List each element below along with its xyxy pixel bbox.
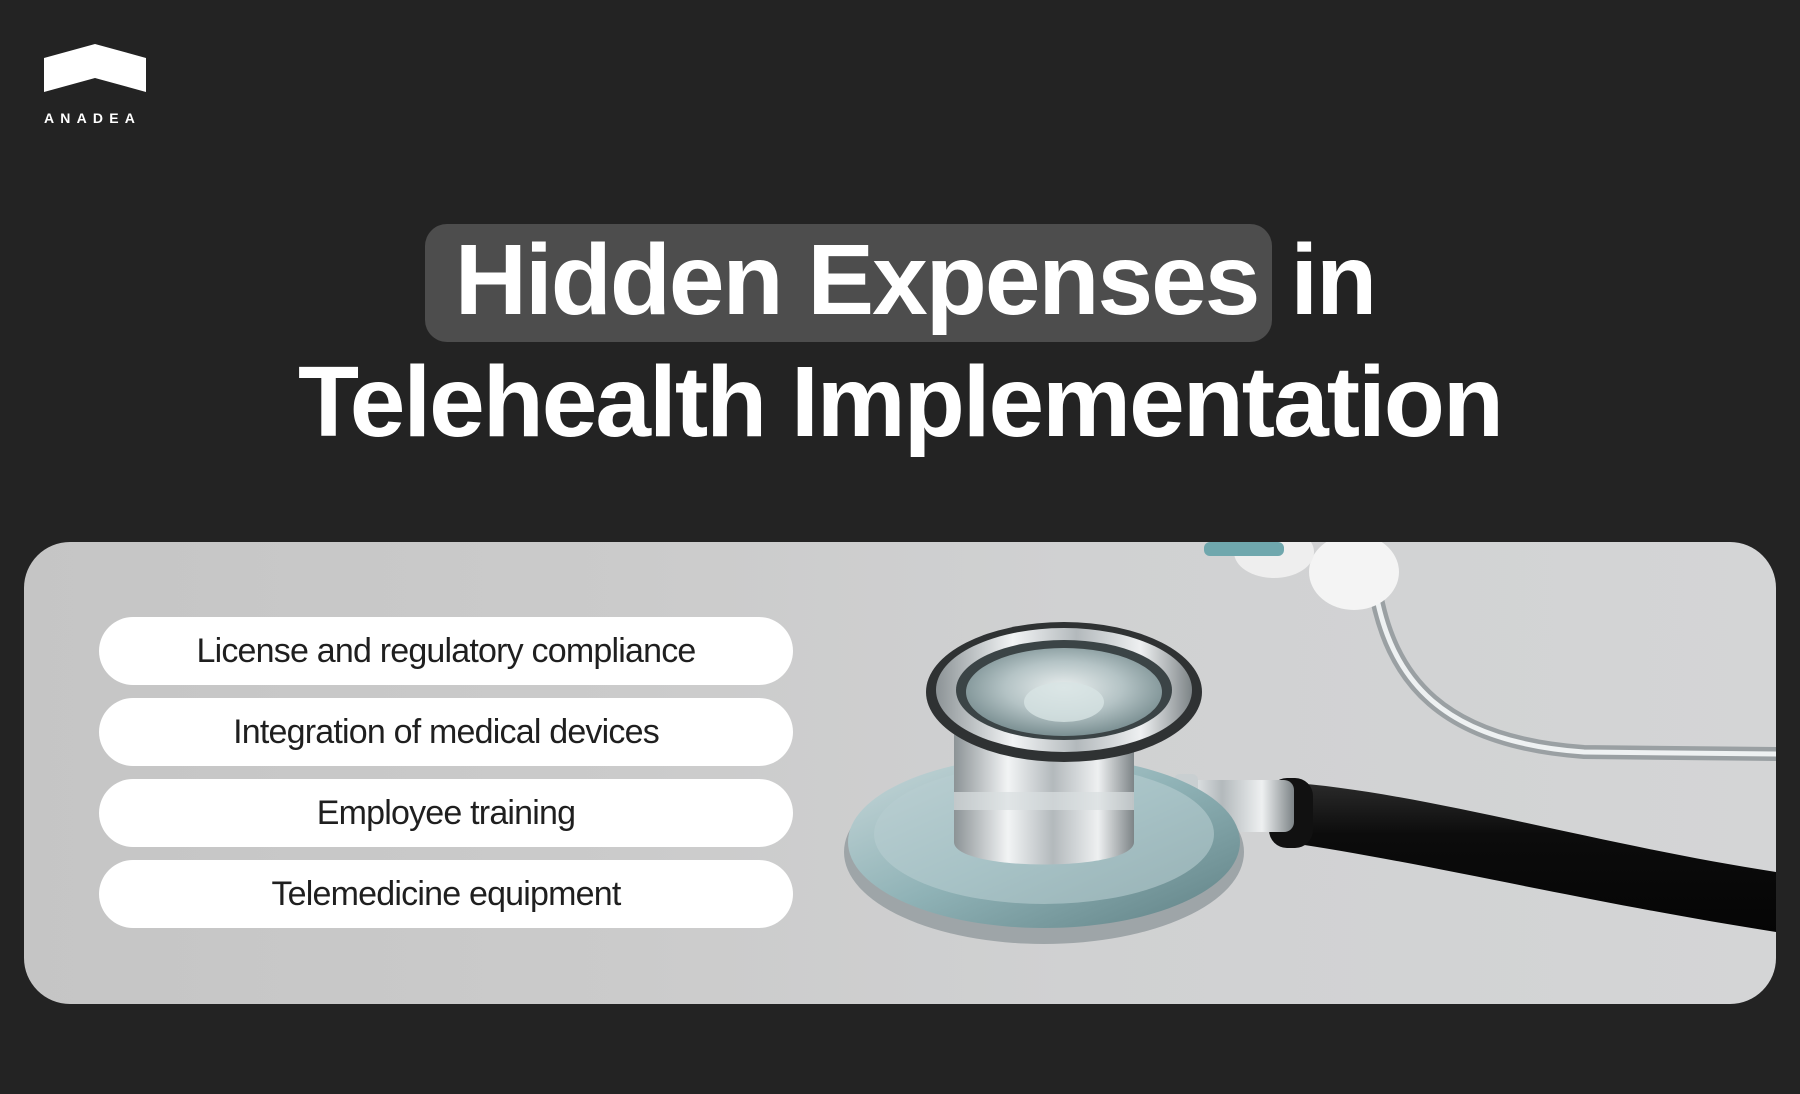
house-roof-icon xyxy=(44,44,146,92)
expense-pill: License and regulatory compliance xyxy=(99,617,793,685)
expenses-list: License and regulatory compliance Integr… xyxy=(99,617,793,941)
expense-pill: Employee training xyxy=(99,779,793,847)
title-line-2: Telehealth Implementation xyxy=(298,346,1504,458)
expense-pill: Telemedicine equipment xyxy=(99,860,793,928)
title-line-1: Hidden Expenses in xyxy=(0,222,1800,344)
page-title: Hidden Expenses in Telehealth Implementa… xyxy=(0,222,1800,462)
expenses-card: License and regulatory compliance Integr… xyxy=(24,542,1776,1004)
brand-name: ANADEA xyxy=(44,110,142,126)
title-connector: in xyxy=(1290,224,1377,336)
anadea-logo: ANADEA xyxy=(44,44,154,134)
infographic-page: ANADEA Hidden Expenses in Telehealth Imp… xyxy=(0,0,1800,1094)
title-highlight: Hidden Expenses xyxy=(424,224,1273,342)
expense-pill: Integration of medical devices xyxy=(99,698,793,766)
